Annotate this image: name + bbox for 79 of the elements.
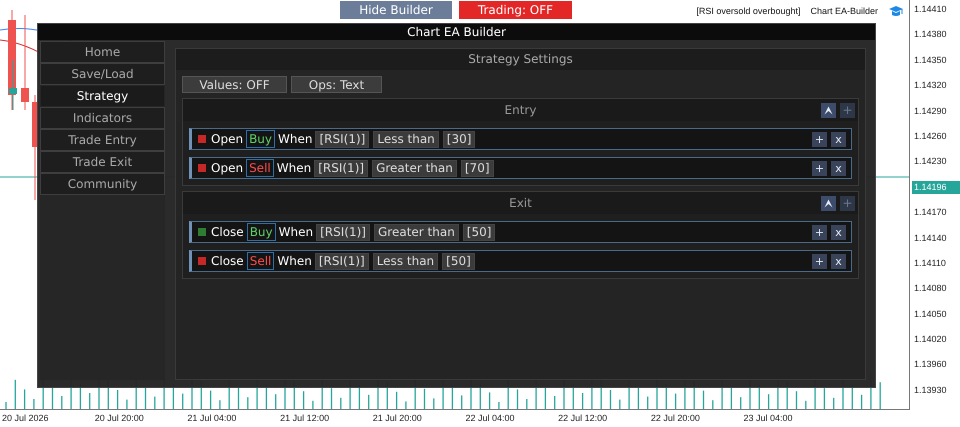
time-label: 22 Jul 20:00 xyxy=(650,413,701,423)
time-label: 23 Jul 04:00 xyxy=(742,413,794,423)
nav-tab[interactable]: Home xyxy=(40,41,165,63)
toggle-button[interactable]: Ops: Text xyxy=(291,76,382,93)
time-label: 21 Jul 20:00 xyxy=(372,413,423,423)
hide-builder-button[interactable]: Hide Builder xyxy=(340,1,452,19)
price-label: 1.14410 xyxy=(913,3,948,16)
time-label: 21 Jul 12:00 xyxy=(279,413,330,423)
action-label: Close xyxy=(211,225,244,239)
add-condition-button[interactable]: + xyxy=(812,160,827,176)
group-title: Exit xyxy=(508,196,533,210)
price-label: 1.14110 xyxy=(913,256,947,270)
value-selector[interactable]: [50] xyxy=(442,252,475,270)
time-label: 20 Jul 20:00 xyxy=(94,413,145,423)
nav-tab[interactable]: Save/Load xyxy=(40,63,165,85)
caret-up-icon xyxy=(824,198,833,208)
collapse-button[interactable] xyxy=(821,102,836,118)
side-selector[interactable]: Sell xyxy=(246,252,274,270)
panel-title: Chart EA Builder xyxy=(38,24,875,40)
indicator-label: [RSI oversold overbought] xyxy=(696,6,800,16)
time-label: 21 Jul 04:00 xyxy=(186,413,238,423)
price-label: 1.14320 xyxy=(913,79,948,92)
current-price-label: 1.14196 xyxy=(912,180,960,194)
when-label: When xyxy=(276,161,312,175)
graduation-cap-icon xyxy=(888,5,904,17)
remove-rule-button[interactable]: x xyxy=(831,132,846,146)
price-label: 1.14170 xyxy=(913,206,948,220)
remove-rule-button[interactable]: x xyxy=(831,224,846,240)
nav-tab[interactable]: Indicators xyxy=(40,107,165,129)
value-selector[interactable]: [30] xyxy=(442,130,476,148)
side-selector[interactable]: Buy xyxy=(246,130,276,148)
price-label: 1.14290 xyxy=(913,104,948,118)
operator-selector[interactable]: Less than xyxy=(373,130,439,148)
price-label: 1.14230 xyxy=(913,155,948,168)
nav-tab[interactable]: Trade Entry xyxy=(40,129,165,151)
operator-selector[interactable]: Greater than xyxy=(372,160,457,176)
side-selector[interactable]: Buy xyxy=(246,223,276,241)
price-label: 1.13960 xyxy=(913,358,948,372)
price-label: 1.14020 xyxy=(913,333,948,346)
add-condition-button[interactable]: + xyxy=(812,132,827,146)
action-label: Open xyxy=(211,132,244,146)
collapse-button[interactable] xyxy=(821,196,836,210)
indicator-selector[interactable]: [RSI(1)] xyxy=(315,130,370,148)
price-label: 1.13930 xyxy=(913,384,948,397)
trading-toggle-button[interactable]: Trading: OFF xyxy=(459,1,572,19)
section-title: Strategy Settings xyxy=(176,49,865,70)
indicator-selector[interactable]: [RSI(1)] xyxy=(314,252,369,270)
when-label: When xyxy=(278,225,314,239)
side-selector[interactable]: Sell xyxy=(246,159,274,177)
time-label: 22 Jul 04:00 xyxy=(464,413,516,423)
caret-up-icon xyxy=(824,106,833,114)
price-label: 1.14080 xyxy=(913,282,948,296)
toggle-button[interactable]: Values: OFF xyxy=(182,76,287,93)
price-label: 1.14140 xyxy=(913,232,948,245)
price-label: 1.14380 xyxy=(913,28,948,42)
nav-tab[interactable]: Trade Exit xyxy=(40,151,165,173)
action-label: Open xyxy=(211,161,244,175)
indicator-selector[interactable]: [RSI(1)] xyxy=(314,160,368,176)
nav-tab[interactable]: Strategy xyxy=(40,85,165,107)
price-label: 1.14050 xyxy=(913,308,948,321)
nav-tab[interactable]: Community xyxy=(40,173,165,195)
remove-rule-button[interactable]: x xyxy=(831,160,846,176)
price-label: 1.14260 xyxy=(913,130,948,143)
value-selector[interactable]: [70] xyxy=(460,160,494,176)
price-label: 1.14350 xyxy=(913,54,948,67)
operator-selector[interactable]: Less than xyxy=(372,252,438,270)
remove-rule-button[interactable]: x xyxy=(831,254,846,268)
operator-selector[interactable]: Greater than xyxy=(374,224,459,240)
group-title: Entry xyxy=(504,103,538,117)
time-label: 20 Jul 2026 xyxy=(1,413,50,423)
add-condition-button[interactable]: + xyxy=(812,224,827,240)
time-label: 22 Jul 12:00 xyxy=(557,413,608,423)
add-condition-button[interactable]: + xyxy=(812,254,827,268)
expert-label: Chart EA-Builder xyxy=(810,6,878,16)
when-label: When xyxy=(277,254,312,268)
when-label: When xyxy=(278,132,312,146)
value-selector[interactable]: [50] xyxy=(462,224,496,240)
indicator-selector[interactable]: [RSI(1)] xyxy=(316,224,370,240)
action-label: Close xyxy=(211,254,244,268)
